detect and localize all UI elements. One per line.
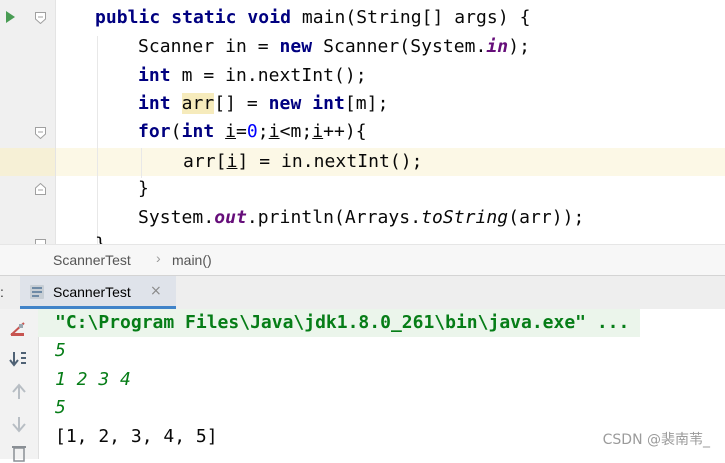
run-console[interactable]: "C:\Program Files\Java\jdk1.8.0_261\bin\… <box>0 309 725 462</box>
breadcrumb-item-class[interactable]: ScannerTest <box>53 252 131 268</box>
code-line-8: System.out.println(Arrays.toString(arr))… <box>138 204 584 232</box>
sort-icon[interactable] <box>8 349 30 369</box>
code-token: main(String[] args) { <box>301 7 531 28</box>
run-tab-bar: : ScannerTest × <box>0 275 725 310</box>
code-token: for <box>138 121 171 142</box>
code-line-1: public static void main(String[] args) { <box>95 4 530 32</box>
code-token: int <box>138 93 182 114</box>
code-token: new <box>279 36 324 57</box>
stop-icon[interactable] <box>8 319 30 339</box>
breadcrumb-separator: › <box>156 250 161 266</box>
tab-label: ScannerTest <box>53 284 131 300</box>
code-token: arr[ <box>183 151 227 172</box>
code-token: int <box>312 93 345 114</box>
code-line-4: int arr[] = new int[m]; <box>138 90 388 118</box>
code-token: in <box>486 36 509 57</box>
code-token: Scanner(System. <box>323 36 487 57</box>
breadcrumb-item-method[interactable]: main() <box>172 252 212 268</box>
code-editor[interactable]: public static void main(String[] args) {… <box>0 0 725 244</box>
code-line-2: Scanner in = new Scanner(System.in); <box>138 33 530 61</box>
code-token: ++){ <box>323 121 367 142</box>
fold-marker-icon[interactable] <box>35 127 46 139</box>
console-command-line: "C:\Program Files\Java\jdk1.8.0_261\bin\… <box>38 309 640 337</box>
console-toolbar <box>0 309 39 462</box>
code-token: i <box>225 121 237 142</box>
up-arrow-icon[interactable] <box>8 382 30 402</box>
code-token: m = in.nextInt(); <box>181 65 367 86</box>
code-token: (arr)); <box>508 207 585 228</box>
code-token: ] = in.nextInt(); <box>237 151 423 172</box>
code-token: toString <box>421 207 509 228</box>
code-token: int <box>181 121 226 142</box>
code-line-5: for(int i=0;i<m;i++){ <box>138 118 367 146</box>
down-arrow-icon[interactable] <box>8 414 30 434</box>
code-token: ); <box>508 36 530 57</box>
code-token: } <box>95 234 106 244</box>
code-token: i <box>226 151 238 172</box>
run-label-fragment: : <box>0 284 4 300</box>
code-line-6: arr[i] = in.nextInt(); <box>183 148 423 176</box>
code-token: out <box>214 207 247 228</box>
indent-guide <box>97 36 98 244</box>
tab-scannertest[interactable]: ScannerTest × <box>20 276 176 309</box>
console-output-line: [1, 2, 3, 4, 5] <box>55 426 218 447</box>
fold-marker-icon[interactable] <box>35 183 46 195</box>
code-token: <m; <box>279 121 313 142</box>
breadcrumb: ScannerTest › main() <box>0 244 725 275</box>
code-token: public static void <box>95 7 302 28</box>
watermark: CSDN @裴南苇_ <box>602 432 710 448</box>
code-token: System. <box>138 207 215 228</box>
class-icon <box>30 285 44 299</box>
code-token: [] = <box>214 93 269 114</box>
editor-gutter <box>0 0 56 244</box>
code-token: int <box>138 65 182 86</box>
code-token-highlighted: arr <box>181 93 215 114</box>
gutter-divider <box>55 0 56 244</box>
close-icon[interactable]: × <box>150 283 162 299</box>
trash-icon[interactable] <box>8 443 30 463</box>
code-token: new <box>268 93 313 114</box>
code-token: } <box>138 178 149 199</box>
run-gutter-icon[interactable] <box>6 11 15 23</box>
code-token: [m]; <box>344 93 389 114</box>
console-input-line: 5 <box>55 397 66 418</box>
fold-marker-icon[interactable] <box>35 12 46 24</box>
code-token: .println(Arrays. <box>246 207 422 228</box>
code-token: ( <box>170 121 182 142</box>
code-line-9: } <box>95 231 106 244</box>
code-token: i <box>312 121 324 142</box>
console-input-line: 5 <box>55 340 66 361</box>
console-input-line: 1 2 3 4 <box>55 369 131 390</box>
indent-guide <box>141 148 142 178</box>
code-token: i <box>268 121 280 142</box>
code-token: Scanner in = <box>138 36 280 57</box>
code-line-3: int m = in.nextInt(); <box>138 62 367 90</box>
current-line-gutter <box>0 148 56 176</box>
code-token: ; <box>257 121 269 142</box>
code-token: 0 <box>246 121 258 142</box>
code-token: = <box>236 121 247 142</box>
code-line-7: } <box>138 175 149 203</box>
